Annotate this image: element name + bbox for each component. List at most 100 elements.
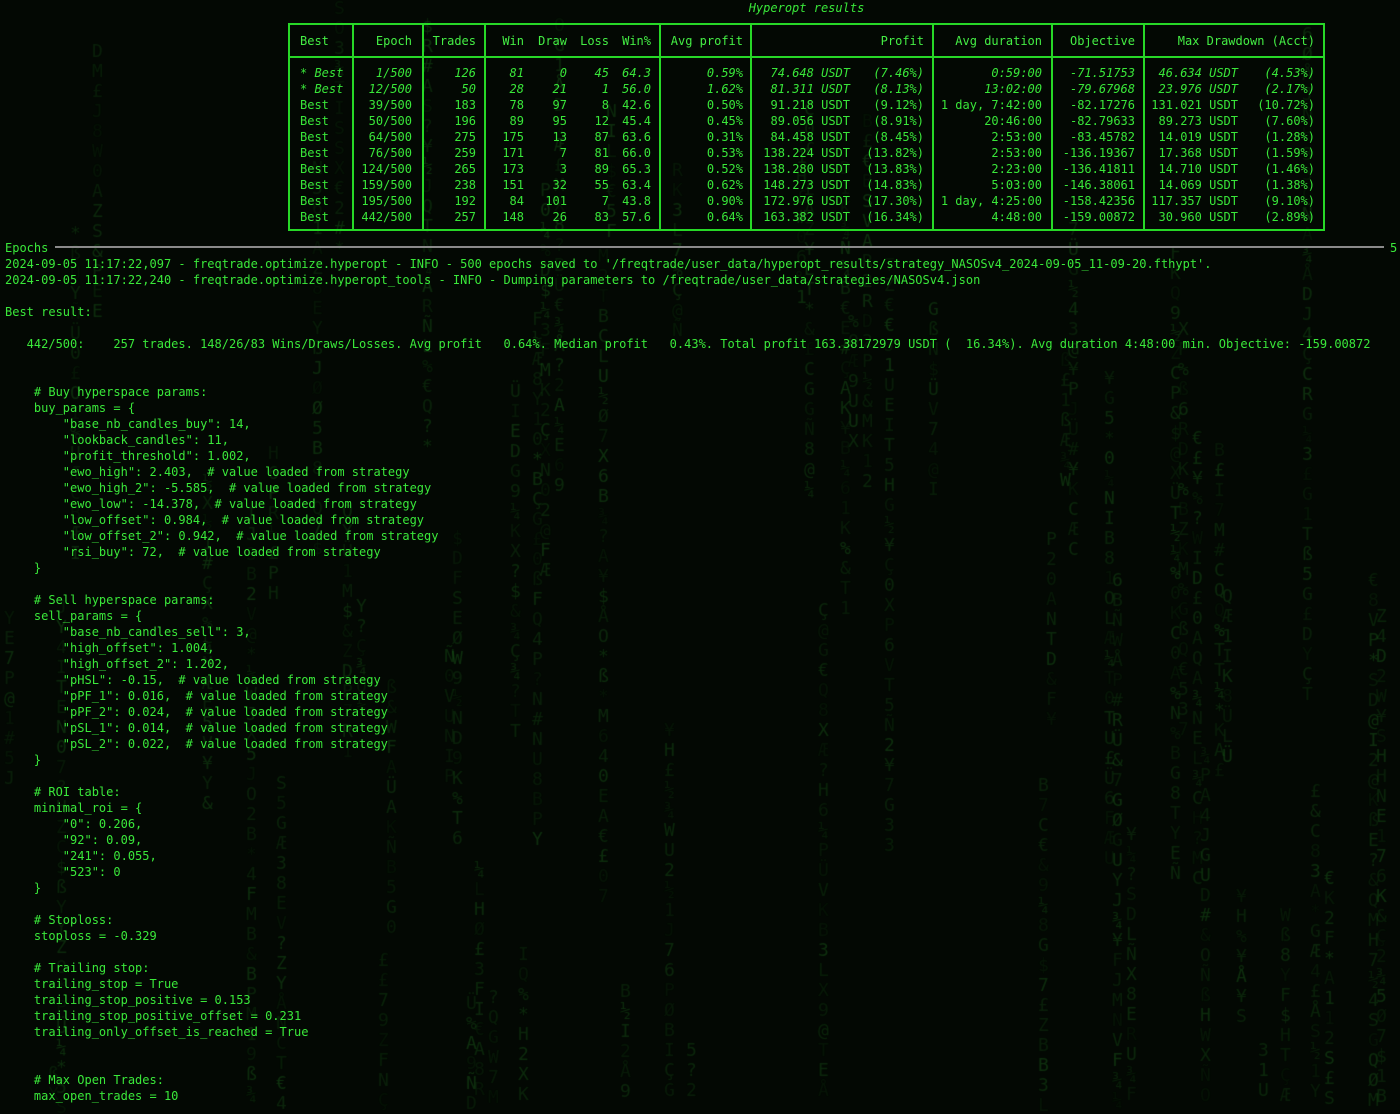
table-cell-drawdown: 17.368 USDT [1158, 146, 1238, 160]
log-line: Best result: [5, 305, 92, 319]
log-line: "pSL_1": 0.014, # value loaded from stra… [5, 721, 388, 735]
table-cell-trades: 238 [454, 178, 476, 192]
table-cell-objective: -158.42356 [1062, 194, 1135, 208]
table-cell-avg-duration: 1 day, 4:25:00 [940, 194, 1042, 208]
table-cell-epoch: 12/500 [368, 82, 412, 96]
table-cell-avg-profit: 0.50% [706, 98, 743, 112]
table-cell-profit: 163.382 USDT [763, 210, 850, 224]
column-header: Avg profit [670, 34, 743, 48]
table-cell-epoch: 50/500 [368, 114, 412, 128]
table-cell-profit-pct: (8.13%) [873, 82, 924, 96]
table-cell-winpct: 57.6 [622, 210, 651, 224]
table-cell-best: Best [300, 98, 329, 112]
table-cell-draw: 0 [559, 66, 567, 80]
table-title: Hyperopt results [748, 1, 865, 15]
log-line: "pHSL": -0.15, # value loaded from strat… [5, 673, 381, 687]
table-cell-avg-duration: 2:23:00 [991, 162, 1042, 176]
table-cell-avg-duration: 20:46:00 [984, 114, 1042, 128]
table-cell-drawdown-pct: (4.53%) [1264, 66, 1315, 80]
table-cell-avg-duration: 2:53:00 [991, 146, 1042, 160]
table-cell-best: Best [300, 114, 329, 128]
table-cell-drawdown-pct: (1.28%) [1264, 130, 1315, 144]
table-cell-objective: -71.51753 [1069, 66, 1135, 80]
table-cell-winpct: 64.3 [622, 66, 651, 80]
table-cell-loss: 81 [594, 146, 609, 160]
column-header: Draw [538, 34, 567, 48]
column-header: Win% [622, 34, 651, 48]
log-line: # ROI table: [5, 785, 121, 799]
table-cell-profit: 138.280 USDT [763, 162, 850, 176]
table-cell-avg-profit: 0.31% [706, 130, 743, 144]
table-cell-profit: 84.458 USDT [770, 130, 850, 144]
column-header: Profit [880, 34, 924, 48]
table-cell-loss: 7 [601, 194, 609, 208]
column-header: Win [502, 34, 524, 48]
log-line: "92": 0.09, [5, 833, 143, 847]
hyperopt-results-table: Best Epoch Trades Win Draw Loss Win% Avg profit… [288, 23, 1325, 231]
table-cell-avg-profit: 0.90% [706, 194, 743, 208]
log-line: # Trailing stop: [5, 961, 150, 975]
log-line: buy_params = { [5, 401, 136, 415]
table-cell-avg-profit: 0.59% [706, 66, 743, 80]
table-cell-draw: 7 [559, 146, 567, 160]
table-cell-drawdown: 14.069 USDT [1158, 178, 1238, 192]
table-cell-win: 78 [509, 98, 524, 112]
table-cell-win: 148 [502, 210, 524, 224]
table-cell-loss: 45 [594, 66, 609, 80]
log-line: trailing_stop = True [5, 977, 179, 991]
table-cell-best: * Best [300, 82, 344, 96]
log-line: "ewo_high": 2.403, # value loaded from s… [5, 465, 410, 479]
table-cell-drawdown: 23.976 USDT [1158, 82, 1238, 96]
table-cell-win: 81 [509, 66, 524, 80]
log-line: stoploss = -0.329 [5, 929, 157, 943]
table-cell-drawdown-pct: (1.46%) [1264, 162, 1315, 176]
table-cell-avg-duration: 4:48:00 [991, 210, 1042, 224]
table-cell-profit-pct: (13.82%) [866, 146, 924, 160]
log-line: "ewo_low": -14.378, # value loaded from … [5, 497, 417, 511]
table-cell-winpct: 65.3 [622, 162, 651, 176]
table-cell-winpct: 42.6 [622, 98, 651, 112]
table-cell-drawdown-pct: (2.17%) [1264, 82, 1315, 96]
table-cell-profit-pct: (9.12%) [873, 98, 924, 112]
table-cell-objective: -83.45782 [1069, 130, 1135, 144]
table-cell-win: 171 [502, 146, 524, 160]
table-cell-loss: 1 [601, 82, 609, 96]
table-cell-avg-duration: 2:53:00 [991, 130, 1042, 144]
epochs-progress-bar [55, 246, 1384, 248]
table-cell-winpct: 63.6 [622, 130, 651, 144]
table-cell-draw: 13 [552, 130, 567, 144]
table-cell-draw: 21 [552, 82, 567, 96]
table-cell-drawdown: 14.710 USDT [1158, 162, 1238, 176]
table-cell-avg-duration: 1 day, 7:42:00 [940, 98, 1042, 112]
table-cell-best: * Best [300, 66, 344, 80]
table-cell-drawdown: 89.273 USDT [1158, 114, 1238, 128]
table-cell-drawdown: 117.357 USDT [1151, 194, 1238, 208]
table-cell-drawdown-pct: (1.59%) [1264, 146, 1315, 160]
table-cell-profit: 74.648 USDT [770, 66, 850, 80]
table-cell-epoch: 124/500 [361, 162, 412, 176]
log-line: 2024-09-05 11:17:22,097 - freqtrade.opti… [5, 257, 1212, 271]
table-cell-winpct: 63.4 [622, 178, 651, 192]
column-header: Max Drawdown (Acct) [1177, 34, 1315, 48]
table-cell-avg-profit: 1.62% [706, 82, 743, 96]
table-cell-objective: -82.17276 [1069, 98, 1135, 112]
table-cell-trades: 257 [454, 210, 476, 224]
log-line: max_open_trades = 10 [5, 1089, 179, 1103]
table-cell-profit-pct: (17.30%) [866, 194, 924, 208]
log-line: "pPF_1": 0.016, # value loaded from stra… [5, 689, 388, 703]
log-line: sell_params = { [5, 609, 143, 623]
epochs-progress-count: 5 [1390, 241, 1398, 255]
log-line: 2024-09-05 11:17:22,240 - freqtrade.opti… [5, 273, 981, 287]
column-header: Best [300, 34, 329, 48]
table-cell-loss: 8 [601, 98, 609, 112]
table-cell-drawdown-pct: (1.38%) [1264, 178, 1315, 192]
table-cell-profit: 138.224 USDT [763, 146, 850, 160]
table-cell-trades: 275 [454, 130, 476, 144]
table-cell-epoch: 195/500 [361, 194, 412, 208]
table-cell-avg-profit: 0.53% [706, 146, 743, 160]
log-line: trailing_only_offset_is_reached = True [5, 1025, 309, 1039]
table-cell-profit-pct: (8.91%) [873, 114, 924, 128]
table-cell-avg-profit: 0.64% [706, 210, 743, 224]
log-line: } [5, 753, 42, 767]
log-line: "high_offset_2": 1.202, [5, 657, 229, 671]
